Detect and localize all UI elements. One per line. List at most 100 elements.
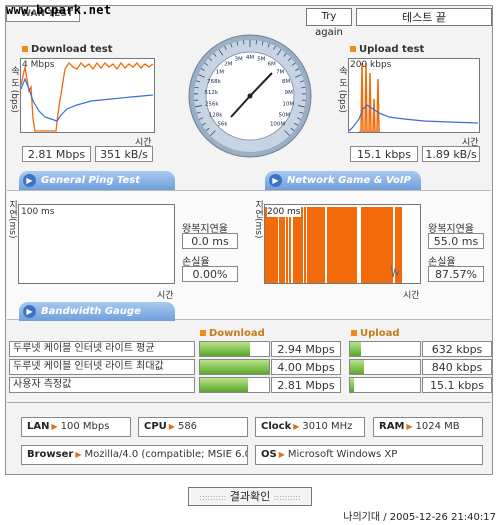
cpu-label: CPU — [144, 421, 167, 432]
game-xlabel: 시간 — [403, 291, 420, 301]
cpu-info: CPU ▶ 586 — [138, 417, 248, 437]
triangle-right-icon: ▶ — [75, 450, 82, 459]
bandwidth-gauge-label: Bandwidth Gauge — [41, 306, 141, 317]
triangle-right-icon: ▶ — [168, 422, 175, 431]
arrow-right-icon: ▶ — [23, 174, 36, 187]
bullet-icon — [351, 330, 357, 336]
general-ping-test-header[interactable]: ▶ General Ping Test — [19, 171, 175, 190]
upload-bar-fill — [350, 360, 364, 374]
download-column-header: Download — [200, 328, 265, 339]
upload-value: 840 kbps — [422, 359, 492, 375]
download-bar — [199, 377, 270, 393]
test-status: 테스트 끝 — [356, 8, 492, 26]
ping-axis-top: 100 ms — [21, 207, 55, 217]
triangle-right-icon: ▶ — [51, 422, 58, 431]
speed-gauge: 56k 128k 256k 512k 768k 1M 2M 3M 4M 5M 6M 7M 8M 9M 10M… — [187, 33, 313, 159]
download-line-blue — [20, 77, 154, 122]
os-info: OS ▶ Microsoft Windows XP — [255, 445, 483, 465]
gauge-svg: 56k 128k 256k 512k 768k 1M2M3M 4M 5M6M7M 8M 9M 10M… — [188, 34, 312, 158]
bullet-icon — [22, 46, 28, 52]
arrow-right-icon: ▶ — [23, 305, 36, 318]
triangle-right-icon: ▶ — [406, 422, 413, 431]
gauge-tick-label: 512k — [204, 90, 218, 96]
upload-bar — [349, 377, 421, 393]
bullet-icon — [200, 330, 206, 336]
ram-value: 1024 MB — [415, 421, 460, 432]
cpu-value: 586 — [177, 421, 198, 432]
general-ping-test-label: General Ping Test — [41, 175, 141, 186]
ram-info: RAM ▶ 1024 MB — [373, 417, 483, 437]
download-title-text: Download test — [31, 44, 113, 55]
confirm-result-label: 결과확인 — [229, 490, 271, 503]
lan-label: LAN — [27, 421, 50, 432]
download-bar — [199, 359, 270, 375]
ram-label: RAM — [379, 421, 405, 432]
clock-value: 3010 MHz — [302, 421, 353, 432]
upload-bar-fill — [350, 342, 361, 356]
bandwidth-gauge-header[interactable]: ▶ Bandwidth Gauge — [19, 302, 175, 321]
gauge-tick-label: 4M — [246, 55, 254, 61]
footer-timestamp: 나의기대 / 2005-12-26 21:40:17 — [343, 512, 496, 523]
download-title: Download test — [22, 44, 113, 55]
triangle-right-icon: ▶ — [293, 422, 300, 431]
confirm-result-button[interactable]: :::::::::: 결과확인 :::::::::: — [188, 487, 312, 506]
upload-kbps: 15.1 kbps — [350, 146, 418, 162]
upload-title: Upload test — [350, 44, 424, 55]
upload-kbs: 1.89 kB/s — [422, 146, 480, 162]
download-bar-fill — [200, 360, 269, 374]
download-bar — [199, 341, 270, 357]
game-axis-top: 200 ms — [267, 207, 301, 217]
download-kbs: 351 kB/s — [95, 146, 153, 162]
upload-column-header: Upload — [351, 328, 399, 339]
bandwidth-row-label: 사용자 측정값 — [9, 377, 195, 393]
upload-column-label: Upload — [360, 328, 400, 339]
upload-bar — [349, 341, 421, 357]
upload-line-orange — [359, 62, 380, 133]
download-value: 2.81 Mbps — [271, 377, 341, 393]
download-axis-top: 4 Mbps — [22, 60, 55, 70]
download-value: 4.00 Mbps — [271, 359, 341, 375]
gauge-tick-label: 100M — [270, 122, 285, 128]
ping-rtt-value: 0.0 ms — [182, 233, 238, 249]
clock-info: Clock ▶ 3010 MHz — [255, 417, 365, 437]
gauge-tick-label: 8M — [282, 79, 290, 85]
bullet-icon — [350, 46, 356, 52]
network-game-voip-test-header[interactable]: ▶Network Game & VoIP Test — [265, 171, 421, 205]
lan-value: 100 Mbps — [60, 421, 110, 432]
gauge-tick-label: 1M — [216, 69, 224, 75]
try-again-button[interactable]: Try again — [306, 8, 352, 38]
download-mbps: 2.81 Mbps — [22, 146, 91, 162]
game-loss-value: 87.57% — [428, 266, 484, 282]
browser-label: Browser — [27, 449, 74, 460]
gauge-tick-label: 56k — [217, 122, 228, 128]
gauge-tick-label: 10M — [282, 102, 294, 108]
download-bar-fill — [200, 342, 251, 356]
os-label: OS — [261, 449, 277, 460]
triangle-right-icon: ▶ — [278, 450, 285, 459]
gauge-tick-label: 2M — [224, 62, 232, 68]
game-rtt-value: 55.0 ms — [428, 233, 484, 249]
lan-info: LAN ▶ 100 Mbps — [21, 417, 131, 437]
gauge-tick-label: 9M — [285, 90, 293, 96]
gauge-tick-label: 6M — [268, 62, 276, 68]
ping-xlabel: 시간 — [157, 291, 174, 301]
os-value: Microsoft Windows XP — [287, 449, 398, 460]
download-bar-fill — [200, 378, 249, 392]
bandwidth-row-label: 두루넷 케이블 인터넷 라이트 평균 — [9, 341, 195, 357]
bandwidth-row-label: 두루넷 케이블 인터넷 라이트 최대값 — [9, 359, 195, 375]
gauge-tick-label: 128k — [209, 112, 223, 118]
upload-value: 15.1 kbps — [422, 377, 492, 393]
download-column-label: Download — [209, 328, 265, 339]
gauge-tick-label: 768k — [207, 79, 221, 85]
download-value: 2.94 Mbps — [271, 341, 341, 357]
watermark: www.bcpark.net — [6, 3, 112, 17]
browser-value: Mozilla/4.0 (compatible; MSIE 6.0 — [84, 449, 248, 460]
gauge-tick-label: 50M — [279, 112, 291, 118]
gauge-tick-label: 3M — [235, 57, 243, 63]
upload-bar-fill — [350, 378, 354, 392]
upload-value: 632 kbps — [422, 341, 492, 357]
gauge-tick-label: 256k — [205, 102, 219, 108]
upload-bar — [349, 359, 421, 375]
browser-info: Browser ▶ Mozilla/4.0 (compatible; MSIE 6.… — [21, 445, 248, 465]
upload-title-text: Upload test — [359, 44, 425, 55]
